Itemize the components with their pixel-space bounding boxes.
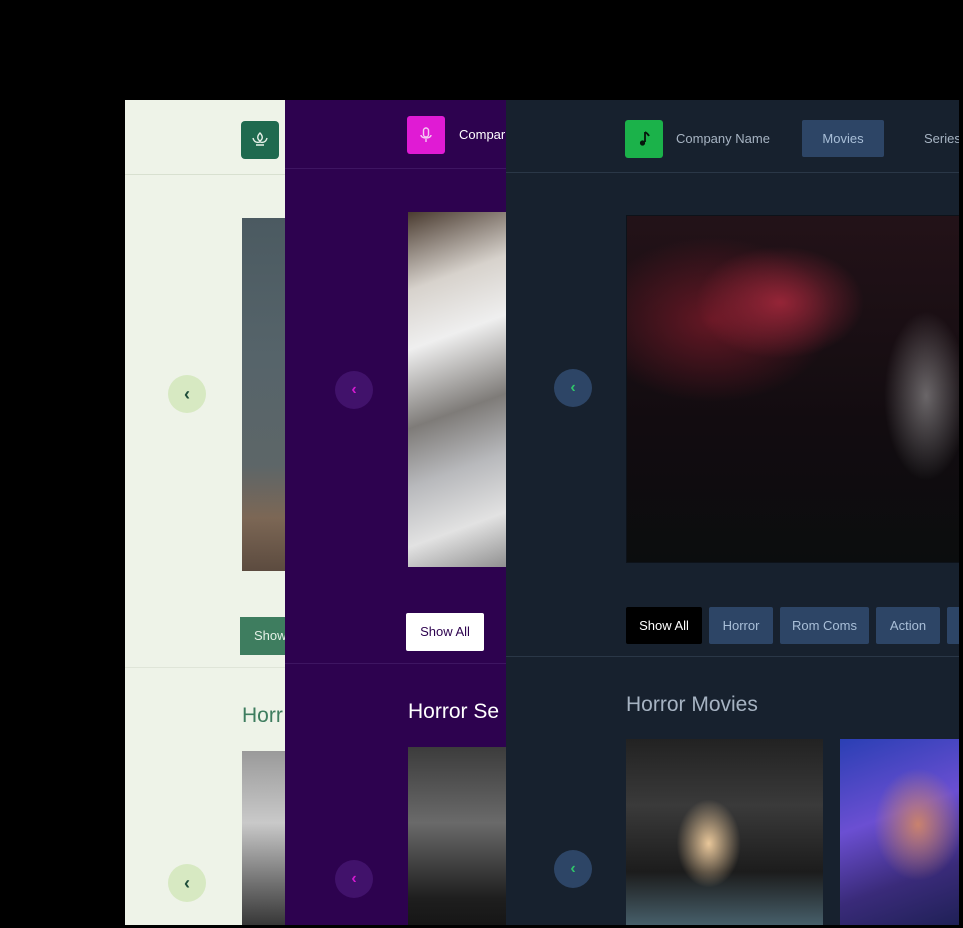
chip-action[interactable]: Action bbox=[876, 607, 940, 644]
show-all-button[interactable]: Show All bbox=[406, 613, 484, 651]
divider bbox=[506, 656, 959, 657]
chevron-left-icon[interactable]: ‹ bbox=[335, 860, 373, 898]
app-frame: ‹ Show Horr ‹ Compar ‹ Show All Horror S… bbox=[2, 2, 959, 925]
theme-panel-dark: Company Name Movies Series ‹ Show All Ho… bbox=[506, 100, 959, 925]
chevron-left-icon[interactable]: ‹ bbox=[168, 375, 206, 413]
header: Compar bbox=[285, 100, 525, 169]
movie-thumbnail[interactable] bbox=[626, 739, 823, 925]
header: Company Name Movies Series bbox=[506, 100, 959, 173]
section-title: Horror Se bbox=[408, 700, 500, 723]
hero-image bbox=[408, 212, 518, 567]
microphone-icon[interactable] bbox=[407, 116, 445, 154]
chip-rom-coms[interactable]: Rom Coms bbox=[780, 607, 869, 644]
section-title: Horr bbox=[242, 704, 283, 727]
chip-show-all[interactable]: Show All bbox=[626, 607, 702, 644]
movie-thumbnail[interactable] bbox=[840, 739, 959, 925]
chevron-left-icon[interactable]: ‹ bbox=[554, 850, 592, 888]
hero-image bbox=[626, 215, 959, 563]
series-thumbnail[interactable] bbox=[408, 747, 518, 925]
theme-panel-purple: Compar ‹ Show All Horror Se ‹ bbox=[285, 100, 525, 925]
chip-horror[interactable]: Horror bbox=[709, 607, 773, 644]
chevron-left-icon[interactable]: ‹ bbox=[554, 369, 592, 407]
nav-series[interactable]: Series bbox=[924, 131, 959, 146]
company-name: Compar bbox=[459, 127, 506, 142]
chevron-left-icon[interactable]: ‹ bbox=[168, 864, 206, 902]
company-name: Company Name bbox=[676, 131, 770, 146]
chip-overflow[interactable] bbox=[947, 607, 959, 644]
plant-icon[interactable] bbox=[241, 121, 279, 159]
nav-movies[interactable]: Movies bbox=[802, 120, 884, 157]
music-note-icon[interactable] bbox=[625, 120, 663, 158]
chevron-left-icon[interactable]: ‹ bbox=[335, 371, 373, 409]
divider bbox=[285, 663, 525, 664]
section-title: Horror Movies bbox=[626, 693, 758, 716]
